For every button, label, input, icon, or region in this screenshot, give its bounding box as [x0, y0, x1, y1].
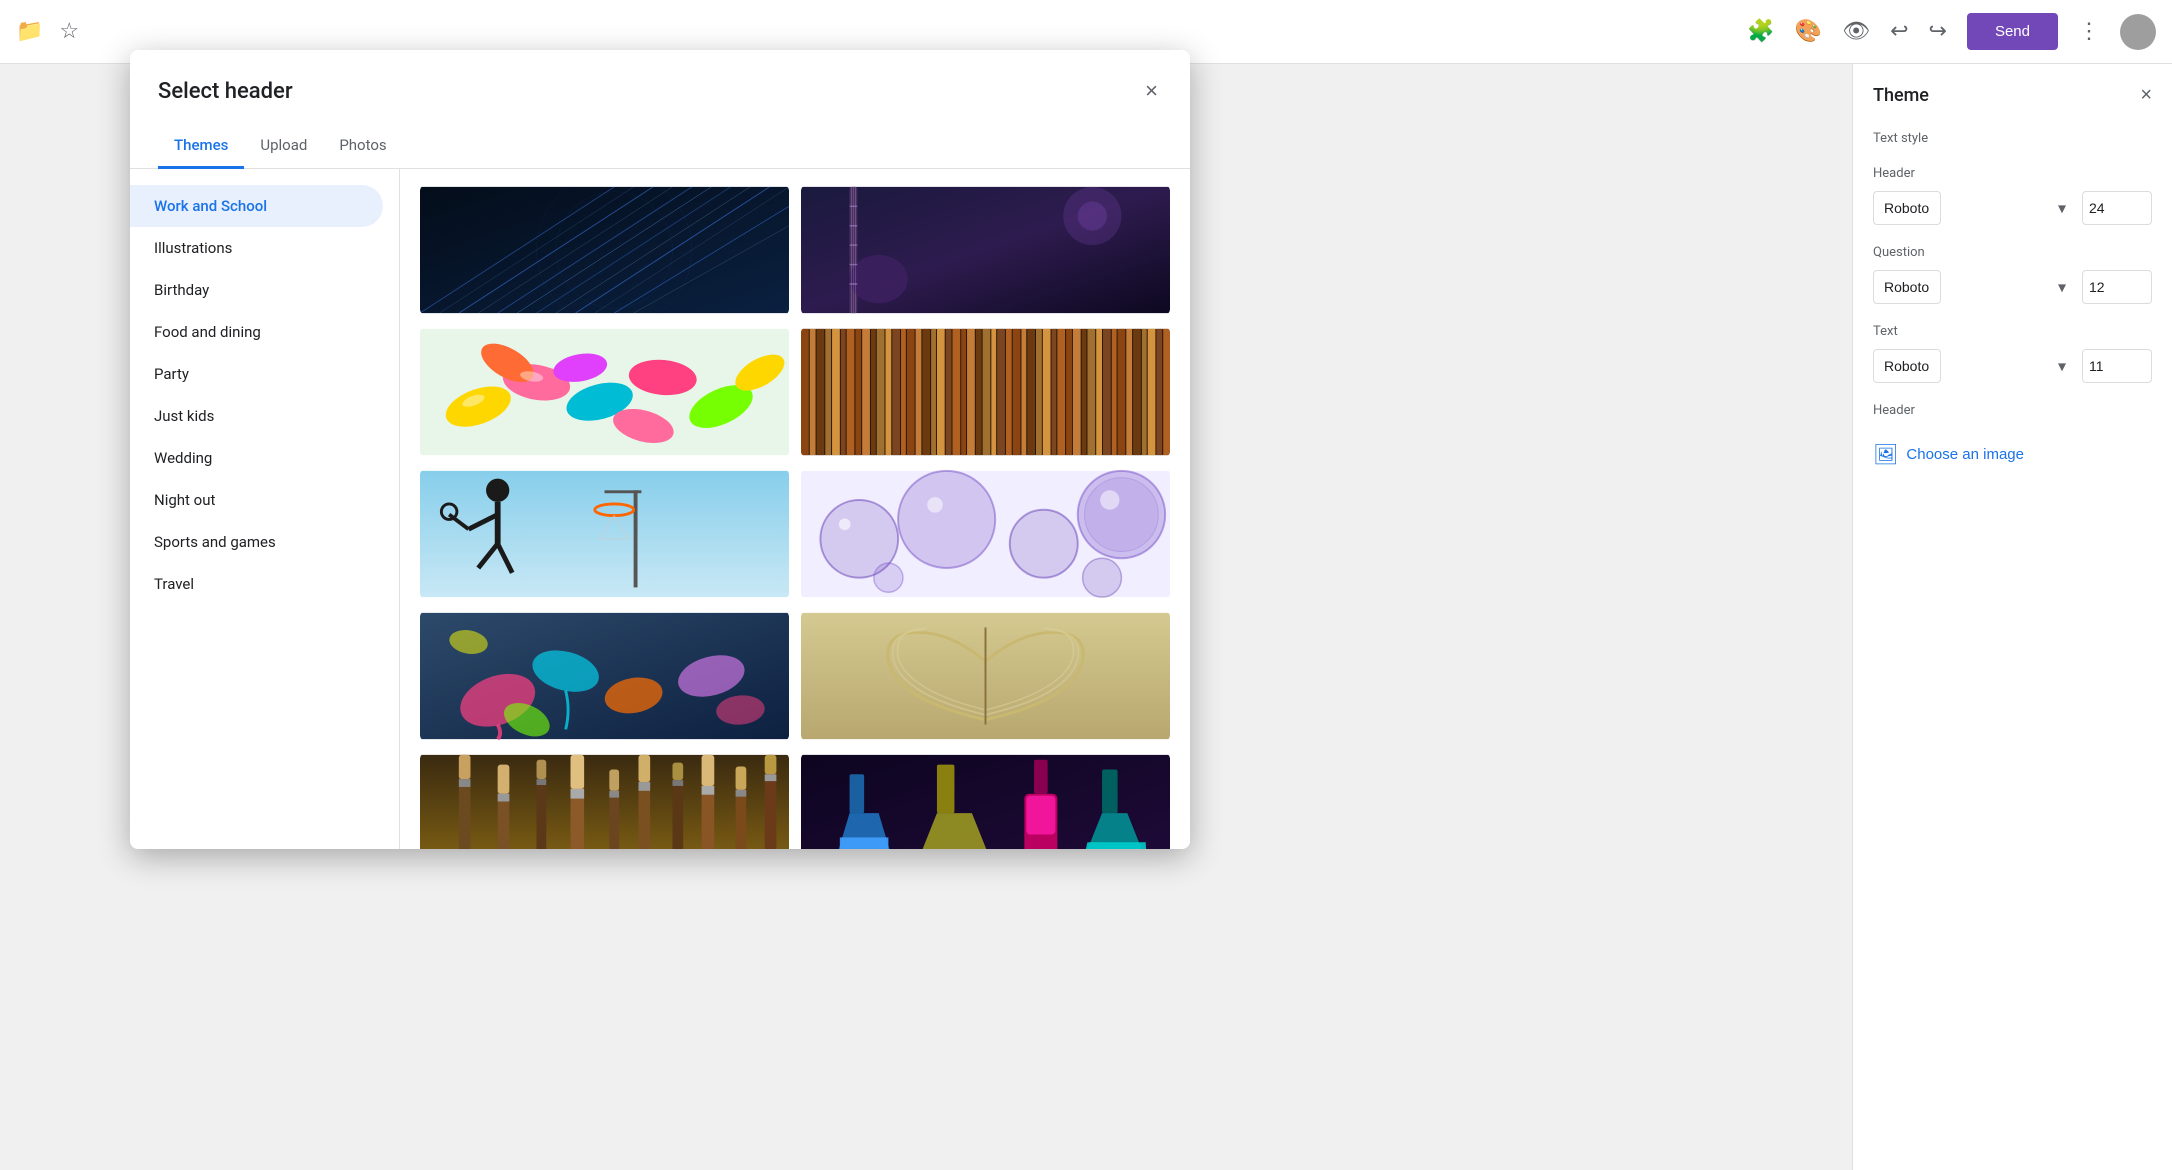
- question-size-select[interactable]: 12: [2082, 270, 2152, 304]
- tab-themes[interactable]: Themes: [158, 124, 244, 169]
- sidebar-item-travel[interactable]: Travel: [130, 563, 383, 605]
- modal-header: Select header ×: [130, 50, 1190, 108]
- sidebar-item-night-out[interactable]: Night out: [130, 479, 383, 521]
- text-font-row: Roboto 11: [1873, 349, 2152, 383]
- image-card-4[interactable]: [801, 327, 1170, 457]
- image-card-8[interactable]: [801, 611, 1170, 741]
- send-button[interactable]: Send: [1967, 13, 2058, 50]
- avatar[interactable]: [2120, 14, 2156, 50]
- sidebar-item-sports-and-games[interactable]: Sports and games: [130, 521, 383, 563]
- images-grid: [420, 185, 1170, 849]
- text-size-select[interactable]: 11: [2082, 349, 2152, 383]
- preview-icon[interactable]: 👁: [1842, 19, 1870, 44]
- text-style-label: Text style: [1873, 131, 2152, 146]
- sidebar-item-food-and-dining[interactable]: Food and dining: [130, 311, 383, 353]
- folder-icon[interactable]: 📁: [16, 19, 43, 44]
- header-font-row: Roboto 24: [1873, 191, 2152, 225]
- topbar-right: 🧩 🎨 👁 ↩ ↪ Send ⋮: [1747, 13, 2156, 50]
- puzzle-icon[interactable]: 🧩: [1747, 19, 1774, 44]
- redo-icon[interactable]: ↪: [1929, 19, 1947, 44]
- image-card-7[interactable]: [420, 611, 789, 741]
- theme-panel-header: Theme ×: [1873, 84, 2152, 107]
- image-card-3[interactable]: [420, 327, 789, 457]
- category-sidebar: Work and School Illustrations Birthday F…: [130, 169, 400, 849]
- choose-image-label: Choose an image: [1906, 446, 2024, 463]
- image-card-2[interactable]: [801, 185, 1170, 315]
- sidebar-item-wedding[interactable]: Wedding: [130, 437, 383, 479]
- tab-photos[interactable]: Photos: [323, 124, 402, 169]
- text-font-wrapper: Roboto: [1873, 349, 2074, 383]
- tab-upload[interactable]: Upload: [244, 124, 323, 169]
- theme-panel-title: Theme: [1873, 85, 1929, 106]
- image-card-1[interactable]: [420, 185, 789, 315]
- image-card-10[interactable]: [801, 753, 1170, 849]
- sidebar-item-just-kids[interactable]: Just kids: [130, 395, 383, 437]
- question-font-row: Roboto 12: [1873, 270, 2152, 304]
- header-font-wrapper: Roboto: [1873, 191, 2074, 225]
- palette-icon[interactable]: 🎨: [1795, 19, 1822, 44]
- header-label-2: Header: [1873, 403, 2152, 418]
- topbar-left: 📁 ☆: [16, 19, 79, 44]
- text-font-select[interactable]: Roboto: [1873, 349, 1941, 383]
- header-font-select[interactable]: Roboto: [1873, 191, 1941, 225]
- header-size-select[interactable]: 24: [2082, 191, 2152, 225]
- undo-icon[interactable]: ↩: [1890, 19, 1908, 44]
- modal-close-button[interactable]: ×: [1141, 74, 1162, 108]
- more-options-icon[interactable]: ⋮: [2078, 19, 2100, 44]
- choose-image-button[interactable]: 🖼 Choose an image: [1873, 442, 2024, 467]
- image-card-9[interactable]: [420, 753, 789, 849]
- sidebar-item-illustrations[interactable]: Illustrations: [130, 227, 383, 269]
- modal-title: Select header: [158, 79, 293, 104]
- question-font-select[interactable]: Roboto: [1873, 270, 1941, 304]
- sidebar-item-work-and-school[interactable]: Work and School: [130, 185, 383, 227]
- image-card-6[interactable]: [801, 469, 1170, 599]
- question-label: Question: [1873, 245, 2152, 260]
- modal-tabs: Themes Upload Photos: [130, 124, 1190, 169]
- image-icon: 🖼: [1873, 442, 1898, 467]
- question-font-wrapper: Roboto: [1873, 270, 2074, 304]
- text-label: Text: [1873, 324, 2152, 339]
- images-grid-area: [400, 169, 1190, 849]
- sidebar-item-birthday[interactable]: Birthday: [130, 269, 383, 311]
- star-icon[interactable]: ☆: [59, 19, 79, 44]
- select-header-modal: Select header × Themes Upload Photos Wor…: [130, 50, 1190, 849]
- modal-body: Work and School Illustrations Birthday F…: [130, 169, 1190, 849]
- theme-panel-close-button[interactable]: ×: [2140, 84, 2152, 107]
- image-card-5[interactable]: [420, 469, 789, 599]
- sidebar-item-party[interactable]: Party: [130, 353, 383, 395]
- theme-panel: Theme × Text style Header Roboto 24 Ques…: [1852, 64, 2172, 1170]
- header-label-1: Header: [1873, 166, 2152, 181]
